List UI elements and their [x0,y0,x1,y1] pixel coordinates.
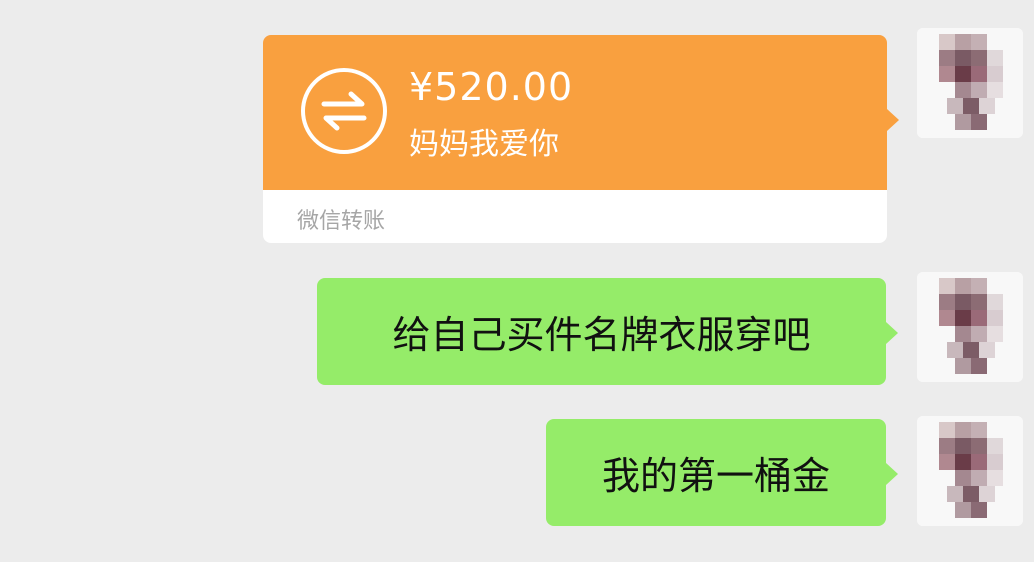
pixelated-avatar-icon [917,272,1023,382]
message-text: 我的第一桶金 [601,454,830,498]
transfer-note: 妈妈我爱你 [409,127,559,162]
pixelated-avatar-icon [917,416,1023,526]
transfer-arrows-icon [301,68,387,154]
avatar[interactable] [917,28,1023,138]
transfer-card[interactable]: ¥520.00 妈妈我爱你 微信转账 [263,35,899,243]
transfer-amount: ¥520.00 [409,65,574,109]
bubble-tail [887,109,899,131]
avatar[interactable] [917,272,1023,382]
transfer-label: 微信转账 [297,209,386,234]
message-bubble[interactable]: 给自己买件名牌衣服穿吧 [317,278,898,385]
chat-area: ¥520.00 妈妈我爱你 微信转账 给自己买件名牌衣服穿吧 我的第一桶金 [0,0,1034,562]
message-bubble[interactable]: 我的第一桶金 [546,419,898,526]
pixelated-avatar-icon [917,28,1023,138]
avatar[interactable] [917,416,1023,526]
transfer-card-top: ¥520.00 妈妈我爱你 [263,35,887,190]
message-text: 给自己买件名牌衣服穿吧 [392,313,811,357]
